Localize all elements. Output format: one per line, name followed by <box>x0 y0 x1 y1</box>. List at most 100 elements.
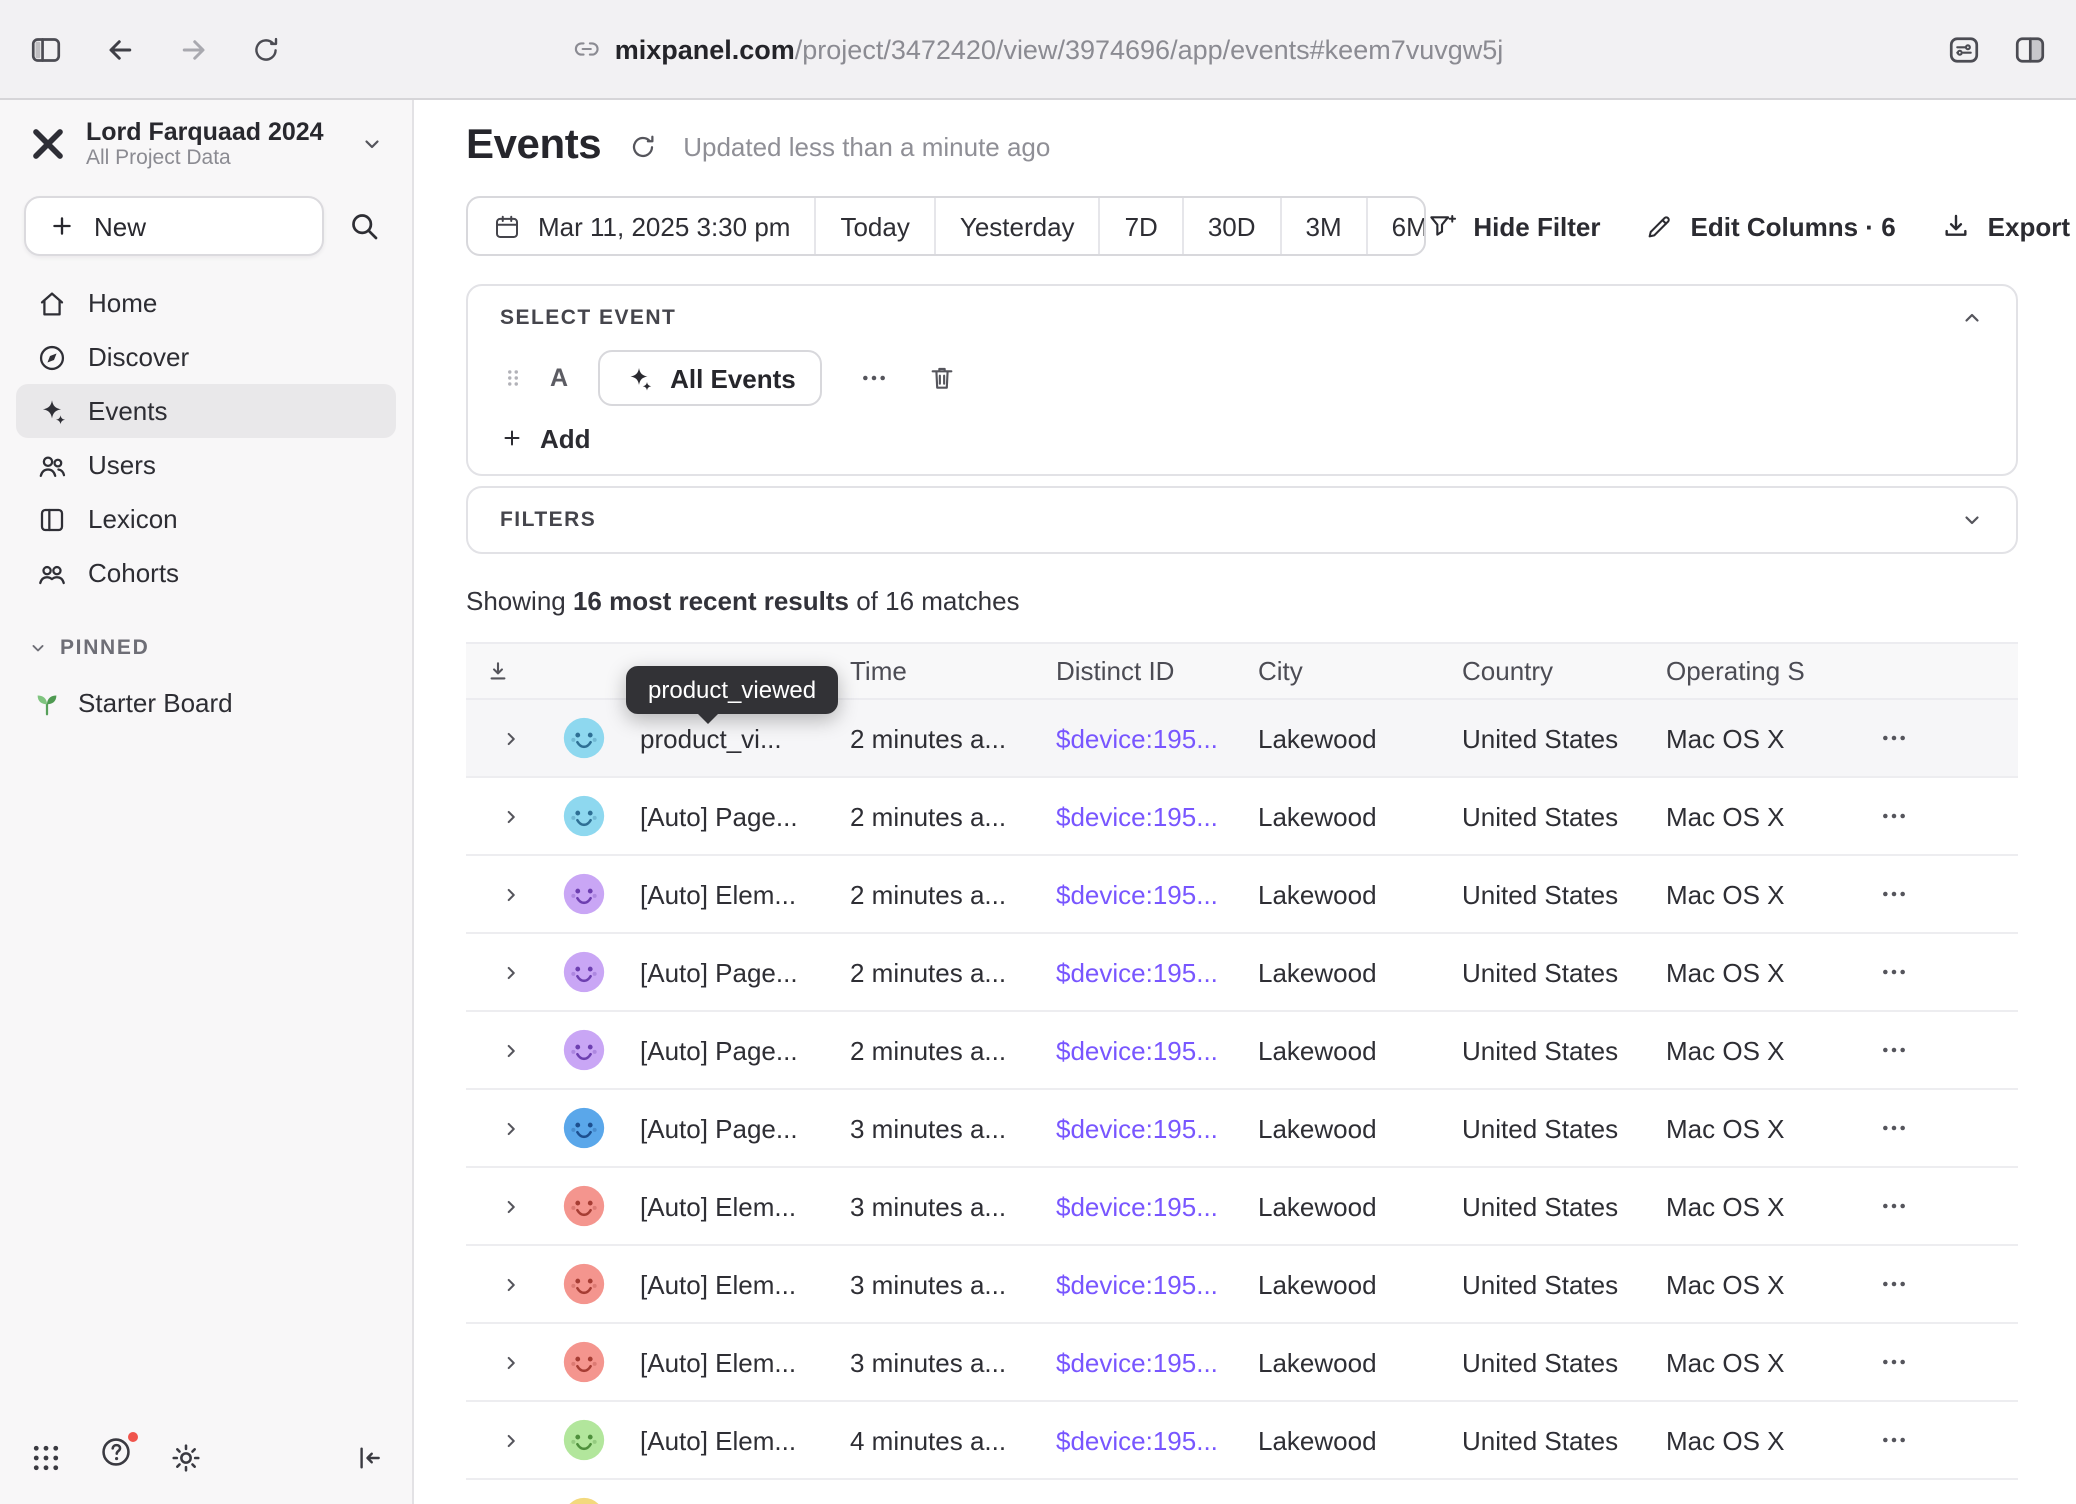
row-actions-button[interactable] <box>1878 1034 1910 1066</box>
distinct-id-link[interactable]: $device:195... <box>1056 1113 1218 1143</box>
pinned-item-starter-board[interactable]: Starter Board <box>0 688 412 718</box>
chevron-right-icon[interactable] <box>499 1429 521 1451</box>
new-button[interactable]: New <box>24 196 324 256</box>
edit-columns-button[interactable]: Edit Columns · 6 <box>1645 211 1896 241</box>
country-cell: United States <box>1462 957 1666 987</box>
chevron-right-icon[interactable] <box>499 883 521 905</box>
settings-gear-icon[interactable] <box>168 1439 204 1475</box>
trash-icon[interactable] <box>926 362 958 394</box>
city-cell: Lakewood <box>1258 723 1462 753</box>
range-7d[interactable]: 7D <box>1099 198 1182 254</box>
table-row[interactable]: [Auto] Page...3 minutes a...$device:195.… <box>466 1090 2018 1168</box>
table-row[interactable]: [Auto] Elem...3 minutes a...$device:195.… <box>466 1324 2018 1402</box>
row-actions-button[interactable] <box>1878 1268 1910 1300</box>
table-row[interactable]: [Auto] Elem...4 minutes a...$device:195.… <box>466 1402 2018 1480</box>
reload-icon[interactable] <box>250 33 282 65</box>
hide-filter-button[interactable]: Hide Filter <box>1425 210 1600 242</box>
event-options-icon[interactable] <box>858 362 890 394</box>
refresh-icon[interactable] <box>627 131 657 161</box>
range-today[interactable]: Today <box>814 198 933 254</box>
table-row[interactable] <box>466 1480 2018 1504</box>
city-cell: Lakewood <box>1258 879 1462 909</box>
back-icon[interactable] <box>102 31 138 67</box>
filters-panel: FILTERS <box>466 486 2018 554</box>
table-row[interactable]: [Auto] Elem...3 minutes a...$device:195.… <box>466 1246 2018 1324</box>
distinct-id-link[interactable]: $device:195... <box>1056 1269 1218 1299</box>
export-button[interactable]: Export <box>1940 210 2070 242</box>
column-os[interactable]: Operating S <box>1666 656 1858 686</box>
workspace-name: Lord Farquaad 2024 <box>86 118 324 147</box>
country-cell: United States <box>1462 1035 1666 1065</box>
sidebar-toggle-icon[interactable] <box>28 31 64 67</box>
distinct-id-link[interactable]: $device:195... <box>1056 1191 1218 1221</box>
row-actions-button[interactable] <box>1878 1112 1910 1144</box>
row-actions-button[interactable] <box>1878 1190 1910 1222</box>
distinct-id-link[interactable]: $device:195... <box>1056 723 1218 753</box>
row-actions-button[interactable] <box>1878 956 1910 988</box>
filter-icon <box>1425 210 1457 242</box>
table-row[interactable]: [Auto] Page...2 minutes a...$device:195.… <box>466 1012 2018 1090</box>
chevron-right-icon[interactable] <box>499 1039 521 1061</box>
distinct-id-link[interactable]: $device:195... <box>1056 879 1218 909</box>
row-actions-button[interactable] <box>1878 878 1910 910</box>
pinned-section-header[interactable]: PINNED <box>0 636 412 660</box>
distinct-id-link[interactable]: $device:195... <box>1056 801 1218 831</box>
table-row[interactable]: [Auto] Elem...3 minutes a...$device:195.… <box>466 1168 2018 1246</box>
url-domain: mixpanel.com <box>615 34 795 64</box>
chevron-right-icon[interactable] <box>499 1195 521 1217</box>
sidebar-item-lexicon[interactable]: Lexicon <box>16 492 396 546</box>
column-city[interactable]: City <box>1258 656 1462 686</box>
all-events-chip[interactable]: All Events <box>598 350 822 406</box>
range-3m[interactable]: 3M <box>1280 198 1366 254</box>
column-distinct-id[interactable]: Distinct ID <box>1056 656 1258 686</box>
expand-panel-icon[interactable] <box>1960 508 1984 532</box>
chevron-right-icon[interactable] <box>499 1273 521 1295</box>
avatar <box>562 1262 606 1306</box>
page-settings-icon[interactable] <box>1946 31 1982 67</box>
row-actions-button[interactable] <box>1878 1346 1910 1378</box>
split-view-icon[interactable] <box>2012 31 2048 67</box>
forward-icon[interactable] <box>176 31 212 67</box>
sidebar-item-users[interactable]: Users <box>16 438 396 492</box>
plus-icon <box>500 426 524 450</box>
country-cell: United States <box>1462 1347 1666 1377</box>
table-row[interactable]: [Auto] Page...2 minutes a...$device:195.… <box>466 778 2018 856</box>
distinct-id-link[interactable]: $device:195... <box>1056 957 1218 987</box>
distinct-id-link[interactable]: $device:195... <box>1056 1035 1218 1065</box>
row-actions-button[interactable] <box>1878 722 1910 754</box>
chevron-right-icon[interactable] <box>499 1117 521 1139</box>
range-6m[interactable]: 6M <box>1366 198 1426 254</box>
column-time[interactable]: Time <box>850 656 1056 686</box>
sidebar-item-discover[interactable]: Discover <box>16 330 396 384</box>
add-event-button[interactable]: Add <box>500 422 640 454</box>
table-row[interactable]: [Auto] Page...2 minutes a...$device:195.… <box>466 934 2018 1012</box>
range-30d[interactable]: 30D <box>1182 198 1280 254</box>
jump-to-latest-icon[interactable] <box>484 657 512 685</box>
chevron-right-icon[interactable] <box>499 805 521 827</box>
chevron-right-icon[interactable] <box>499 727 521 749</box>
chevron-right-icon[interactable] <box>499 961 521 983</box>
table-row[interactable]: [Auto] Elem...2 minutes a...$device:195.… <box>466 856 2018 934</box>
workspace-switcher[interactable]: Lord Farquaad 2024 All Project Data <box>0 112 412 180</box>
drag-handle-icon[interactable] <box>500 362 526 394</box>
chevron-right-icon[interactable] <box>499 1351 521 1373</box>
distinct-id-link[interactable]: $device:195... <box>1056 1347 1218 1377</box>
row-actions-button[interactable] <box>1878 1424 1910 1456</box>
sidebar-item-label: Lexicon <box>88 504 178 534</box>
mixpanel-logo-icon <box>28 124 68 164</box>
os-cell: Mac OS X <box>1666 723 1858 753</box>
apps-grid-icon[interactable] <box>28 1439 64 1475</box>
sidebar-item-cohorts[interactable]: Cohorts <box>16 546 396 600</box>
address-bar[interactable]: mixpanel.com/project/3472420/view/397469… <box>573 34 1504 64</box>
collapse-sidebar-icon[interactable] <box>352 1441 384 1473</box>
distinct-id-link[interactable]: $device:195... <box>1056 1425 1218 1455</box>
search-icon[interactable] <box>346 208 382 244</box>
events-table: Time Distinct ID City Country Operating … <box>466 642 2018 1504</box>
date-picker-button[interactable]: Mar 11, 2025 3:30 pm <box>468 198 814 254</box>
column-country[interactable]: Country <box>1462 656 1666 686</box>
range-yesterday[interactable]: Yesterday <box>934 198 1099 254</box>
collapse-panel-icon[interactable] <box>1960 306 1984 330</box>
sidebar-item-home[interactable]: Home <box>16 276 396 330</box>
sidebar-item-events[interactable]: Events <box>16 384 396 438</box>
row-actions-button[interactable] <box>1878 800 1910 832</box>
